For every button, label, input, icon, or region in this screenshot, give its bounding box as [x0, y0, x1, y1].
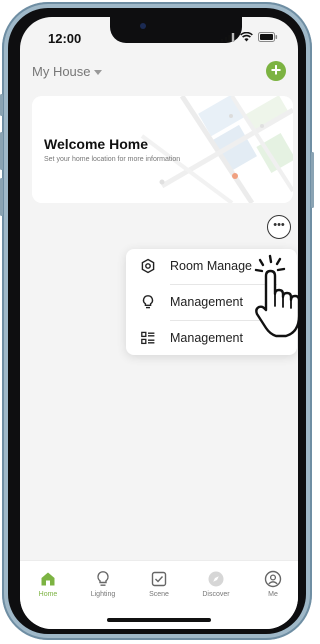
- bottom-tab-bar: Home Lighting Scene Discover Me: [20, 560, 298, 629]
- tab-home[interactable]: Home: [23, 570, 73, 598]
- app-screen: 12:00 My House + Welcome Home Set your h…: [20, 17, 298, 629]
- compass-icon: [208, 571, 224, 587]
- battery-icon: [258, 32, 278, 42]
- home-indicator: [107, 618, 211, 622]
- lightbulb-icon: [97, 571, 109, 586]
- signal-icon: [221, 32, 235, 42]
- phone-power-button: [311, 152, 314, 208]
- menu-item-label: Management: [170, 295, 243, 309]
- menu-item-label: Management: [170, 331, 243, 345]
- tab-label: Home: [38, 591, 58, 598]
- phone-side-button: [0, 94, 3, 116]
- tab-label: Discover: [202, 591, 230, 598]
- tab-label: Me: [268, 591, 278, 598]
- house-name-label: My House: [32, 64, 91, 79]
- welcome-subtitle: Set your home location for more informat…: [44, 156, 181, 163]
- house-selector[interactable]: My House: [32, 64, 102, 79]
- user-icon: [264, 570, 282, 588]
- hexagon-settings-icon: [141, 258, 155, 274]
- phone-volume-down: [0, 178, 3, 216]
- tab-scene[interactable]: Scene: [134, 570, 184, 598]
- welcome-card[interactable]: Welcome Home Set your home location for …: [32, 96, 293, 203]
- welcome-title: Welcome Home: [44, 136, 148, 152]
- phone-volume-up: [0, 132, 3, 170]
- wifi-icon: [240, 32, 253, 42]
- tab-discover[interactable]: Discover: [191, 570, 241, 598]
- tab-label: Scene: [149, 591, 169, 598]
- tap-hand-icon: [254, 254, 298, 338]
- home-icon: [41, 572, 55, 586]
- scene-check-icon: [151, 571, 167, 587]
- more-options-button[interactable]: •••: [267, 215, 291, 239]
- add-device-button[interactable]: +: [266, 61, 286, 81]
- status-bar: 12:00: [20, 27, 298, 47]
- tab-lighting[interactable]: Lighting: [78, 570, 128, 598]
- chevron-down-icon: [93, 69, 102, 75]
- tab-me[interactable]: Me: [248, 570, 298, 598]
- list-icon: [141, 331, 155, 345]
- menu-item-label: Room Manage: [170, 259, 252, 273]
- tab-label: Lighting: [90, 591, 116, 598]
- status-time: 12:00: [48, 31, 82, 46]
- header: My House +: [32, 61, 286, 85]
- lightbulb-icon: [142, 295, 154, 309]
